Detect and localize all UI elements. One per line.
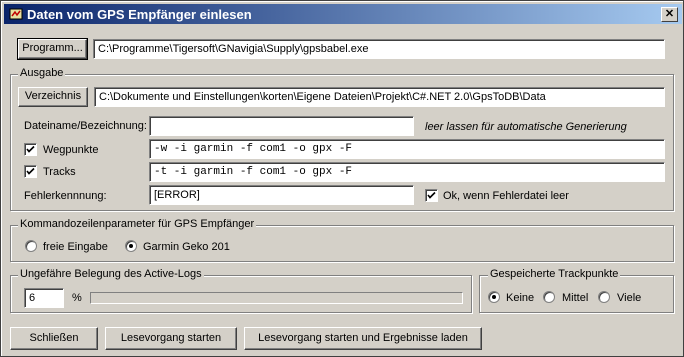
read-button-label: Lesevorgang starten: [120, 332, 222, 344]
tracks-checkbox[interactable]: [24, 165, 37, 178]
radio-many-label[interactable]: Viele: [617, 292, 641, 304]
checkmark-icon: [26, 145, 35, 153]
filename-input[interactable]: [149, 116, 414, 136]
program-path-field[interactable]: C:\Programme\Tigersoft\GNavigia\Supply\g…: [93, 39, 665, 59]
output-group-title: Ausgabe: [18, 67, 66, 79]
percent-unit: %: [72, 292, 82, 304]
directory-button[interactable]: Verzeichnis: [18, 87, 88, 107]
radio-many[interactable]: [598, 291, 610, 303]
filename-label: Dateiname/Bezeichnung:: [24, 120, 147, 132]
program-button[interactable]: Programm...: [17, 38, 88, 60]
error-input[interactable]: [ERROR]: [149, 185, 414, 205]
activelog-value-field[interactable]: 6: [24, 288, 64, 308]
tracks-args-field[interactable]: -t -i garmin -f com1 -o gpx -F: [149, 162, 665, 182]
error-label: Fehlerkennnung:: [24, 190, 107, 202]
close-icon[interactable]: ✕: [661, 7, 678, 22]
waypoints-checkbox[interactable]: [24, 143, 37, 156]
activelog-group-title: Ungefähre Belegung des Active-Logs: [18, 268, 204, 280]
radio-garmin-geko-label[interactable]: Garmin Geko 201: [143, 241, 230, 253]
read-button[interactable]: Lesevorgang starten: [105, 327, 237, 350]
cmdline-group-title: Kommandozeilenparameter für GPS Empfänge…: [18, 218, 257, 230]
gps-app-icon: [9, 8, 23, 20]
dialog-window: Daten vom GPS Empfänger einlesen ✕ Progr…: [0, 0, 684, 357]
trackpoints-group-title: Gespeicherte Trackpunkte: [488, 268, 621, 280]
cmdline-group: [10, 225, 674, 262]
radio-none-label[interactable]: Keine: [506, 292, 534, 304]
checkmark-icon: [427, 191, 436, 199]
ok-if-empty-label[interactable]: Ok, wenn Fehlerdatei leer: [443, 190, 569, 202]
activelog-progress-bar: [90, 292, 463, 304]
read-and-load-button[interactable]: Lesevorgang starten und Ergebnisse laden: [244, 327, 482, 350]
read-and-load-button-label: Lesevorgang starten und Ergebnisse laden: [258, 332, 468, 344]
radio-medium-label[interactable]: Mittel: [562, 292, 588, 304]
radio-medium[interactable]: [543, 291, 555, 303]
close-button[interactable]: Schließen: [10, 327, 98, 350]
filename-hint: leer lassen für automatische Generierung: [425, 121, 627, 133]
radio-garmin-geko[interactable]: [125, 240, 137, 252]
ok-if-empty-checkbox[interactable]: [425, 189, 438, 202]
directory-button-label: Verzeichnis: [24, 90, 82, 102]
radio-none[interactable]: [488, 291, 500, 303]
waypoints-args-field[interactable]: -w -i garmin -f com1 -o gpx -F: [149, 139, 665, 159]
tracks-label[interactable]: Tracks: [43, 166, 76, 178]
title-bar[interactable]: Daten vom GPS Empfänger einlesen ✕: [4, 4, 682, 24]
checkmark-icon: [26, 167, 35, 175]
radio-free-input-label[interactable]: freie Eingabe: [43, 241, 108, 253]
waypoints-label[interactable]: Wegpunkte: [43, 144, 98, 156]
program-button-label: Programm...: [22, 42, 83, 54]
window-title: Daten vom GPS Empfänger einlesen: [27, 7, 252, 22]
close-button-label: Schließen: [29, 332, 79, 344]
directory-path-field[interactable]: C:\Dokumente und Einstellungen\korten\Ei…: [94, 87, 665, 107]
radio-free-input[interactable]: [25, 240, 37, 252]
